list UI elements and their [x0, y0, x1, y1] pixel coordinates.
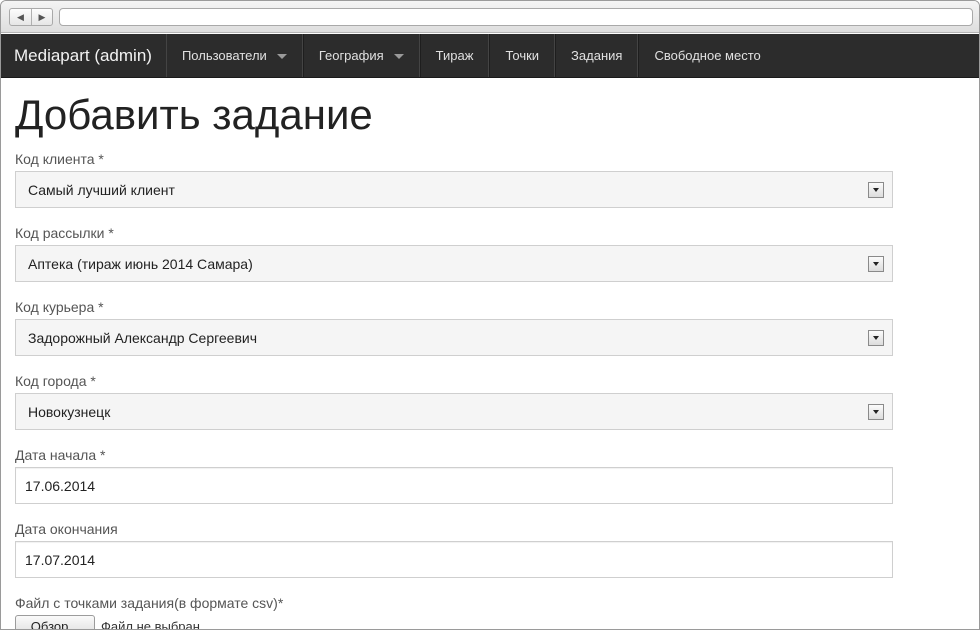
client-label: Код клиента * — [15, 151, 104, 167]
nav-item-label: Пользователи — [181, 48, 267, 63]
start-date-value: 17.06.2014 — [25, 477, 96, 494]
brand[interactable]: Mediapart (admin) — [1, 34, 167, 77]
caret-down-icon — [393, 54, 404, 59]
courier-select-value: Задорожный Александр Сергеевич — [28, 329, 258, 346]
start-date-input[interactable]: 17.06.2014 — [15, 467, 893, 504]
browser-toolbar: ◀ ▶ — [1, 1, 979, 33]
file-label: Файл с точками задания(в формате csv)* — [15, 595, 284, 611]
city-select[interactable]: Новокузнецк — [15, 393, 893, 430]
nav-item-label: Задания — [571, 48, 623, 63]
nav-item-points[interactable]: Точки — [489, 34, 556, 77]
dropdown-arrow-icon[interactable] — [868, 256, 884, 272]
forward-arrow-icon[interactable]: ▶ — [30, 9, 52, 25]
city-field: Код города * Новокузнецк — [15, 373, 895, 430]
mailing-select[interactable]: Аптека (тираж июнь 2014 Самара) — [15, 245, 893, 282]
client-select-value: Самый лучший клиент — [28, 181, 175, 198]
caret-down-icon — [276, 54, 287, 59]
back-arrow-icon[interactable]: ◀ — [10, 9, 31, 25]
nav-item-label: Тираж — [435, 48, 474, 63]
city-select-value: Новокузнецк — [28, 403, 111, 420]
top-navbar: Mediapart (admin) Пользователи География… — [1, 34, 979, 78]
nav-item-label: География — [318, 48, 384, 63]
mailing-field: Код рассылки * Аптека (тираж июнь 2014 С… — [15, 225, 895, 282]
client-field: Код клиента * Самый лучший клиент — [15, 151, 895, 208]
end-date-field: Дата окончания 17.07.2014 — [15, 521, 895, 578]
browse-button[interactable]: Обзор... — [15, 615, 95, 629]
file-status: Файл не выбран. — [101, 618, 204, 630]
dropdown-arrow-icon[interactable] — [868, 330, 884, 346]
main-content: Добавить задание Код клиента * Самый луч… — [15, 91, 895, 630]
history-buttons: ◀ ▶ — [9, 8, 53, 26]
mailing-select-value: Аптека (тираж июнь 2014 Самара) — [28, 255, 253, 272]
nav-item-circulation[interactable]: Тираж — [419, 34, 490, 77]
end-date-label: Дата окончания — [15, 521, 118, 537]
start-date-field: Дата начала * 17.06.2014 — [15, 447, 895, 504]
address-bar[interactable] — [59, 8, 973, 26]
end-date-input[interactable]: 17.07.2014 — [15, 541, 893, 578]
nav-item-users[interactable]: Пользователи — [167, 34, 303, 77]
mailing-label: Код рассылки * — [15, 225, 114, 241]
nav-item-tasks[interactable]: Задания — [555, 34, 639, 77]
dropdown-arrow-icon[interactable] — [868, 182, 884, 198]
nav-item-free-space[interactable]: Свободное место — [638, 34, 775, 77]
nav-item-label: Точки — [505, 48, 540, 63]
courier-field: Код курьера * Задорожный Александр Серге… — [15, 299, 895, 356]
client-select[interactable]: Самый лучший клиент — [15, 171, 893, 208]
page-title: Добавить задание — [15, 91, 373, 138]
city-label: Код города * — [15, 373, 96, 389]
browser-window: ◀ ▶ Mediapart (admin) Пользователи Геогр… — [0, 0, 980, 630]
nav-item-geography[interactable]: География — [302, 34, 420, 77]
dropdown-arrow-icon[interactable] — [868, 404, 884, 420]
file-field: Файл с точками задания(в формате csv)* О… — [15, 595, 895, 630]
courier-select[interactable]: Задорожный Александр Сергеевич — [15, 319, 893, 356]
file-upload: Обзор... Файл не выбран. — [15, 615, 895, 630]
end-date-value: 17.07.2014 — [25, 551, 96, 568]
courier-label: Код курьера * — [15, 299, 104, 315]
nav-item-label: Свободное место — [654, 48, 761, 63]
start-date-label: Дата начала * — [15, 447, 106, 463]
